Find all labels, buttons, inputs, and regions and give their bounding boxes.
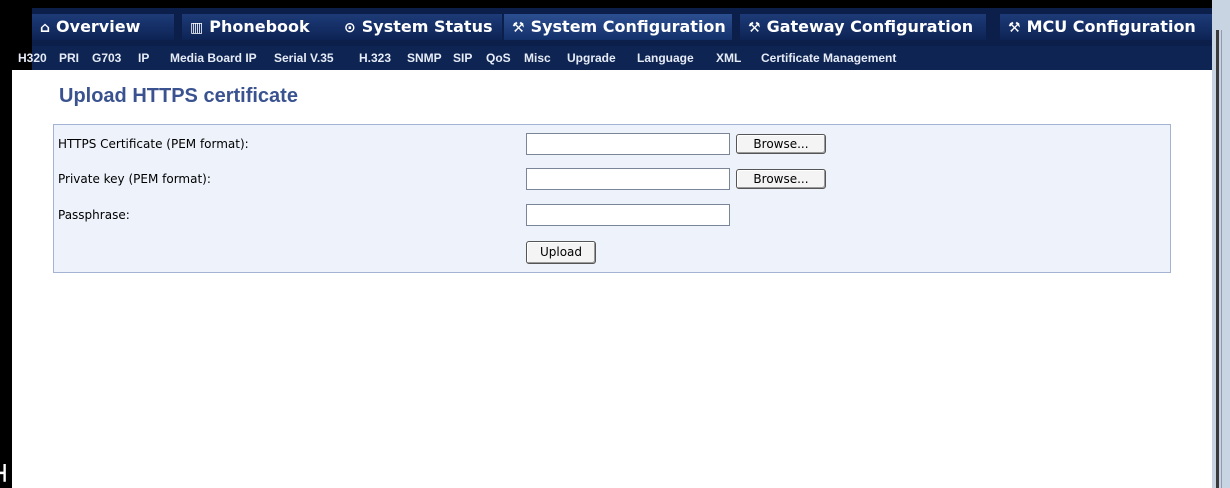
page-title: Upload HTTPS certificate <box>59 85 298 107</box>
content-area: Upload HTTPS certificate HTTPS Certifica… <box>12 70 1212 488</box>
browse-cert-button[interactable]: Browse... <box>736 134 826 154</box>
tab-label: MCU Configuration <box>1026 17 1196 36</box>
cert-file-input[interactable] <box>526 133 730 155</box>
scrollbar-track-highlight <box>1221 30 1222 488</box>
status-icon: ⊙ <box>344 20 356 36</box>
home-icon: ⌂ <box>40 20 51 36</box>
browse-key-button[interactable]: Browse... <box>736 169 826 189</box>
subnav-qos[interactable]: QoS <box>486 46 511 70</box>
passphrase-field[interactable] <box>526 204 730 226</box>
scrollbar-track[interactable] <box>1216 30 1219 488</box>
top-strip <box>12 0 1212 8</box>
browser-frame: ┫ ⌂ Overview ▥ Phonebook ⊙ System Status ⚒ S… <box>0 0 1230 488</box>
subnav-misc[interactable]: Misc <box>524 46 551 70</box>
wrench-icon: ⚒ <box>1008 20 1021 36</box>
tab-separator <box>174 14 182 40</box>
edge-glyph: ┫ <box>0 464 10 482</box>
subnav-g703[interactable]: G703 <box>92 46 121 70</box>
subnav-xml[interactable]: XML <box>716 46 741 70</box>
subnav-sip[interactable]: SIP <box>453 46 472 70</box>
upload-button[interactable]: Upload <box>526 241 596 264</box>
key-file-input[interactable] <box>526 168 730 190</box>
key-label: Private key (PEM format): <box>58 172 211 186</box>
main-tab-bar: ⌂ Overview ▥ Phonebook ⊙ System Status ⚒ Sys… <box>12 8 1212 46</box>
wrench-icon: ⚒ <box>748 20 761 36</box>
tab-label: Gateway Configuration <box>766 17 974 36</box>
phonebook-icon: ▥ <box>190 20 204 36</box>
tab-system-configuration[interactable]: ⚒ System Configuration <box>504 14 740 40</box>
cert-label: HTTPS Certificate (PEM format): <box>58 137 249 151</box>
subnav-upgrade[interactable]: Upgrade <box>567 46 616 70</box>
subnav-certificate-management[interactable]: Certificate Management <box>761 46 896 70</box>
left-window-edge: ┫ <box>0 0 12 488</box>
tab-label: System Status <box>361 17 493 36</box>
sub-navigation-bar: H320 PRI G703 IP Media Board IP Serial V… <box>12 46 1212 70</box>
tab-separator <box>986 14 994 40</box>
tab-separator <box>732 14 740 40</box>
subnav-language[interactable]: Language <box>637 46 694 70</box>
tab-label: Overview <box>56 17 141 36</box>
wrench-icon: ⚒ <box>512 20 525 36</box>
subnav-pri[interactable]: PRI <box>59 46 79 70</box>
subnav-ip[interactable]: IP <box>138 46 149 70</box>
subnav-media-board-ip[interactable]: Media Board IP <box>170 46 257 70</box>
tab-label: Phonebook <box>209 17 310 36</box>
tab-overview[interactable]: ⌂ Overview <box>32 14 182 40</box>
tab-gateway-configuration[interactable]: ⚒ Gateway Configuration <box>740 14 994 40</box>
subnav-h323[interactable]: H.323 <box>359 46 391 70</box>
tab-label: System Configuration <box>530 17 726 36</box>
tab-system-status[interactable]: ⊙ System Status <box>336 14 510 40</box>
upload-form-panel: HTTPS Certificate (PEM format): Browse..… <box>53 124 1171 273</box>
scrollbar[interactable] <box>1212 0 1230 488</box>
tab-phonebook[interactable]: ▥ Phonebook <box>182 14 346 40</box>
tab-mcu-configuration[interactable]: ⚒ MCU Configuration <box>1000 14 1212 40</box>
subnav-snmp[interactable]: SNMP <box>407 46 442 70</box>
passphrase-label: Passphrase: <box>58 208 130 222</box>
subnav-h320[interactable]: H320 <box>18 46 47 70</box>
subnav-serial-v35[interactable]: Serial V.35 <box>274 46 334 70</box>
